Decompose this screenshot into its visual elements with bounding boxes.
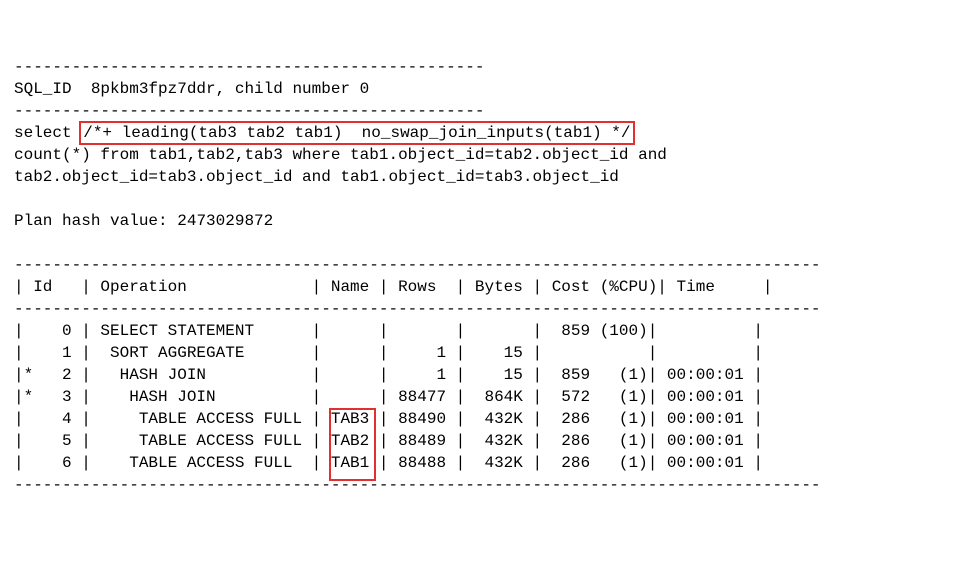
- plan-body: | 0 | SELECT STATEMENT | | | | 859 (100)…: [14, 322, 763, 472]
- separator-mid: ----------------------------------------…: [14, 102, 484, 120]
- sql-select-keyword: select: [14, 124, 72, 142]
- plan-sep-mid: ----------------------------------------…: [14, 300, 821, 318]
- separator-top: ----------------------------------------…: [14, 58, 484, 76]
- sql-id-value: 8pkbm3fpz7ddr, child number 0: [91, 80, 369, 98]
- plan-hash-value: 2473029872: [177, 212, 273, 230]
- plan-hash-label: Plan hash value:: [14, 212, 168, 230]
- sql-line-3: tab2.object_id=tab3.object_id and tab1.o…: [14, 168, 619, 186]
- sql-line-2: count(*) from tab1,tab2,tab3 where tab1.…: [14, 146, 667, 164]
- plan-header-row: | Id | Operation | Name | Rows | Bytes |…: [14, 278, 773, 296]
- plan-sep-top: ----------------------------------------…: [14, 256, 821, 274]
- sql-hint-highlight: /*+ leading(tab3 tab2 tab1) no_swap_join…: [79, 121, 634, 145]
- plan-sep-bot: ----------------------------------------…: [14, 476, 821, 494]
- sql-id-label: SQL_ID: [14, 80, 72, 98]
